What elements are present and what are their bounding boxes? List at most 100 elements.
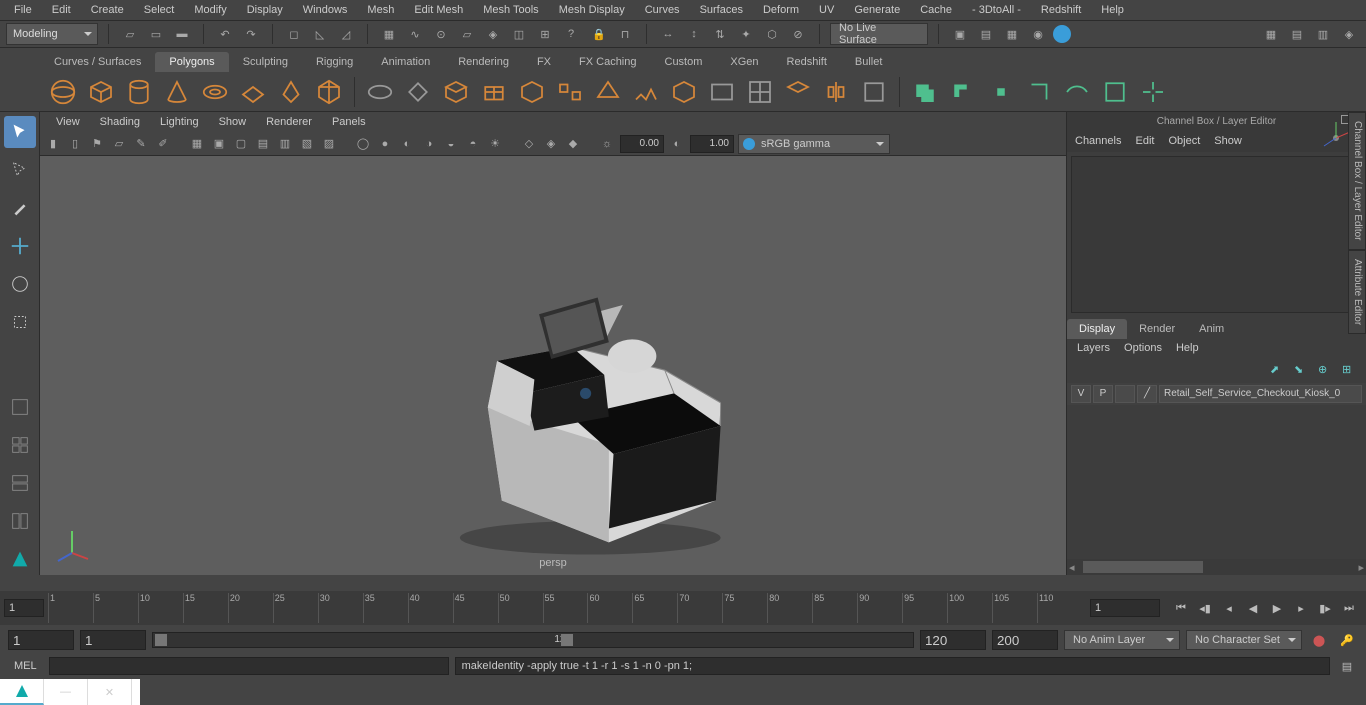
menu-curves[interactable]: Curves bbox=[635, 1, 690, 19]
multicut-icon[interactable] bbox=[1100, 77, 1130, 107]
snap-grid-icon[interactable]: ▦ bbox=[378, 23, 400, 45]
snap-view-icon[interactable]: ◫ bbox=[508, 23, 530, 45]
bridge-icon[interactable] bbox=[1062, 77, 1092, 107]
menu-cache[interactable]: Cache bbox=[910, 1, 962, 19]
vp-colorspace-selector[interactable]: sRGB gamma bbox=[738, 134, 890, 154]
poly-cube-icon[interactable] bbox=[86, 77, 116, 107]
snap-curve-icon[interactable]: ∿ bbox=[404, 23, 426, 45]
poly-separate-icon[interactable] bbox=[707, 77, 737, 107]
poly-smooth-icon[interactable] bbox=[745, 77, 775, 107]
vmenu-panels[interactable]: Panels bbox=[322, 114, 376, 130]
new-scene-icon[interactable]: ▱ bbox=[119, 23, 141, 45]
menu-surfaces[interactable]: Surfaces bbox=[690, 1, 753, 19]
snap-point-icon[interactable]: ⊙ bbox=[430, 23, 452, 45]
layer-display-type[interactable]: ╱ bbox=[1137, 385, 1157, 403]
poly-platonic-icon[interactable] bbox=[314, 77, 344, 107]
shelf-tab-polygons[interactable]: Polygons bbox=[155, 52, 228, 72]
vp-exposure-icon[interactable]: ☼ bbox=[598, 135, 616, 153]
vp-field-chart-icon[interactable]: ▥ bbox=[276, 135, 294, 153]
render-view-icon[interactable]: ◉ bbox=[1027, 23, 1049, 45]
menu-help[interactable]: Help bbox=[1091, 1, 1134, 19]
vp-wire-on-shaded-icon[interactable]: ◒ bbox=[442, 135, 460, 153]
vp-2d-pan-icon[interactable]: ✎ bbox=[132, 135, 150, 153]
bevel-icon[interactable] bbox=[1024, 77, 1054, 107]
layout-four-icon[interactable] bbox=[4, 429, 36, 461]
play-backwards-icon[interactable]: ◀ bbox=[1242, 597, 1264, 619]
menu-mesh[interactable]: Mesh bbox=[357, 1, 404, 19]
target-weld-icon[interactable] bbox=[1138, 77, 1168, 107]
vp-select-camera-icon[interactable]: ▮ bbox=[44, 135, 62, 153]
vp-xray-joints-icon[interactable]: ◆ bbox=[564, 135, 582, 153]
modeling-toolkit-icon[interactable]: ▤ bbox=[1286, 23, 1308, 45]
go-to-end-icon[interactable]: ⏭ bbox=[1338, 597, 1360, 619]
lasso-mode-icon[interactable]: ◺ bbox=[309, 23, 331, 45]
timeline-current-frame[interactable]: 1 bbox=[1090, 599, 1160, 617]
vmenu-renderer[interactable]: Renderer bbox=[256, 114, 322, 130]
dtab-anim[interactable]: Anim bbox=[1187, 319, 1236, 339]
shelf-tab-animation[interactable]: Animation bbox=[367, 52, 444, 72]
vp-xray-icon[interactable]: ◈ bbox=[542, 135, 560, 153]
poly-soccerball-icon[interactable] bbox=[593, 77, 623, 107]
shelf-tab-rigging[interactable]: Rigging bbox=[302, 52, 367, 72]
vp-use-lights-icon[interactable]: ◐ bbox=[398, 135, 416, 153]
range-slider-track[interactable]: 120 bbox=[152, 632, 914, 648]
menu-display[interactable]: Display bbox=[237, 1, 293, 19]
vp-safe-action-icon[interactable]: ▧ bbox=[298, 135, 316, 153]
menu-edit[interactable]: Edit bbox=[42, 1, 81, 19]
range-inner-start-field[interactable] bbox=[80, 630, 146, 650]
step-back-key-icon[interactable]: ◂▮ bbox=[1194, 597, 1216, 619]
menu-redshift[interactable]: Redshift bbox=[1031, 1, 1091, 19]
hypershade-icon[interactable]: ▥ bbox=[1312, 23, 1334, 45]
maya-logo-icon[interactable] bbox=[4, 543, 36, 575]
paint-tool-icon[interactable] bbox=[4, 192, 36, 224]
lasso-tool-icon[interactable] bbox=[4, 154, 36, 186]
step-fwd-frame-icon[interactable]: ▸ bbox=[1290, 597, 1312, 619]
live-surface-selector[interactable]: No Live Surface bbox=[830, 23, 928, 45]
vp-isolate-icon[interactable]: ◇ bbox=[520, 135, 538, 153]
cb-tab-channels[interactable]: Channels bbox=[1075, 135, 1121, 147]
vp-shadows-icon[interactable]: ◑ bbox=[420, 135, 438, 153]
poly-helix-icon[interactable] bbox=[517, 77, 547, 107]
anim-layer-selector[interactable]: No Anim Layer bbox=[1064, 630, 1180, 650]
vp-use-all-lights-icon[interactable]: ☀ bbox=[486, 135, 504, 153]
select-tool-icon[interactable] bbox=[4, 116, 36, 148]
menu-edit-mesh[interactable]: Edit Mesh bbox=[404, 1, 473, 19]
shelf-tab-fx[interactable]: FX bbox=[523, 52, 565, 72]
display-layer-row[interactable]: V P ╱ Retail_Self_Service_Checkout_Kiosk… bbox=[1067, 383, 1366, 405]
command-language-label[interactable]: MEL bbox=[8, 660, 43, 672]
vmenu-show[interactable]: Show bbox=[209, 114, 257, 130]
vp-gate-mask-icon[interactable]: ▤ bbox=[254, 135, 272, 153]
sym-z-icon[interactable]: ⇅ bbox=[709, 23, 731, 45]
dtab-render[interactable]: Render bbox=[1127, 319, 1187, 339]
lock-icon[interactable]: 🔒 bbox=[588, 23, 610, 45]
auto-key-icon[interactable]: ⬤ bbox=[1308, 629, 1330, 651]
outliner-icon[interactable]: ◈ bbox=[1338, 23, 1360, 45]
poly-gear-icon[interactable] bbox=[555, 77, 585, 107]
workspace-selector[interactable]: Modeling bbox=[6, 23, 98, 45]
vp-wireframe-icon[interactable]: ◯ bbox=[354, 135, 372, 153]
taskbar-minimize-icon[interactable]: — bbox=[44, 679, 88, 705]
layer-new-selected-icon[interactable]: ⊞ bbox=[1342, 363, 1358, 379]
vp-bookmark-icon[interactable]: ⚑ bbox=[88, 135, 106, 153]
render-frame-icon[interactable]: ▣ bbox=[949, 23, 971, 45]
layer-menu-options[interactable]: Options bbox=[1124, 342, 1162, 356]
go-to-start-icon[interactable]: ⏮ bbox=[1170, 597, 1192, 619]
layer-move-down-icon[interactable]: ⬊ bbox=[1294, 363, 1310, 379]
timeline-start-frame[interactable]: 1 bbox=[4, 599, 44, 617]
layout-twoH-icon[interactable] bbox=[4, 467, 36, 499]
poly-pipe-icon[interactable] bbox=[479, 77, 509, 107]
poly-prism-icon[interactable] bbox=[441, 77, 471, 107]
vmenu-view[interactable]: View bbox=[46, 114, 90, 130]
paint-select-icon[interactable]: ◿ bbox=[335, 23, 357, 45]
vp-image-plane-icon[interactable]: ▱ bbox=[110, 135, 128, 153]
layer-playback-toggle[interactable]: P bbox=[1093, 385, 1113, 403]
poly-cone-icon[interactable] bbox=[162, 77, 192, 107]
snap-plane-icon[interactable]: ▱ bbox=[456, 23, 478, 45]
layer-scrollbar[interactable]: ◂▸ bbox=[1067, 559, 1366, 575]
ipr-render-icon[interactable]: ▤ bbox=[975, 23, 997, 45]
render-settings-icon[interactable]: ▦ bbox=[1001, 23, 1023, 45]
layer-name[interactable]: Retail_Self_Service_Checkout_Kiosk_0 bbox=[1159, 385, 1362, 403]
range-end-field[interactable] bbox=[992, 630, 1058, 650]
menu-file[interactable]: File bbox=[4, 1, 42, 19]
select-mode-icon[interactable]: ◻ bbox=[283, 23, 305, 45]
